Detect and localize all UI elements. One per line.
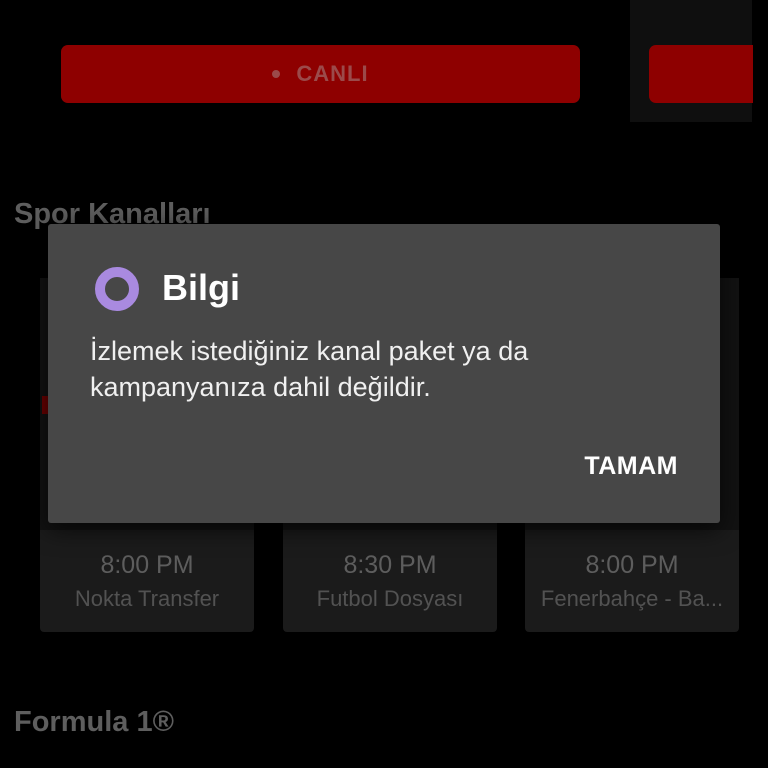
program-name: Nokta Transfer [74,586,220,611]
program-name: Fenerbahçe - Ba... [540,586,724,611]
dialog-title: Bilgi [162,267,240,308]
live-button[interactable]: CANLI [61,45,580,103]
screen: CANLI Spor Kanalları Formula 1® 8:00 PM … [0,0,768,768]
section-title-f1: Formula 1® [14,706,174,738]
program-name: Futbol Dosyası [316,586,464,611]
info-dialog: Bilgi İzlemek istediğiniz kanal paket ya… [48,224,720,523]
dialog-message: İzlemek istediğiniz kanal paket ya da ka… [90,336,529,402]
program-time: 8:00 PM [585,551,679,579]
program-card[interactable]: 8:00 PM Nokta Transfer [40,530,254,632]
program-card[interactable]: 8:30 PM Futbol Dosyası [283,530,497,632]
side-button[interactable] [649,45,753,103]
program-card[interactable]: 8:00 PM Fenerbahçe - Ba... [525,530,739,632]
ok-button[interactable]: TAMAM [580,450,682,483]
program-time: 8:30 PM [343,551,437,579]
live-button-label: CANLI [296,61,369,86]
live-dot-icon [272,70,281,78]
program-time: 8:00 PM [100,551,194,579]
info-ring-icon [95,267,139,311]
